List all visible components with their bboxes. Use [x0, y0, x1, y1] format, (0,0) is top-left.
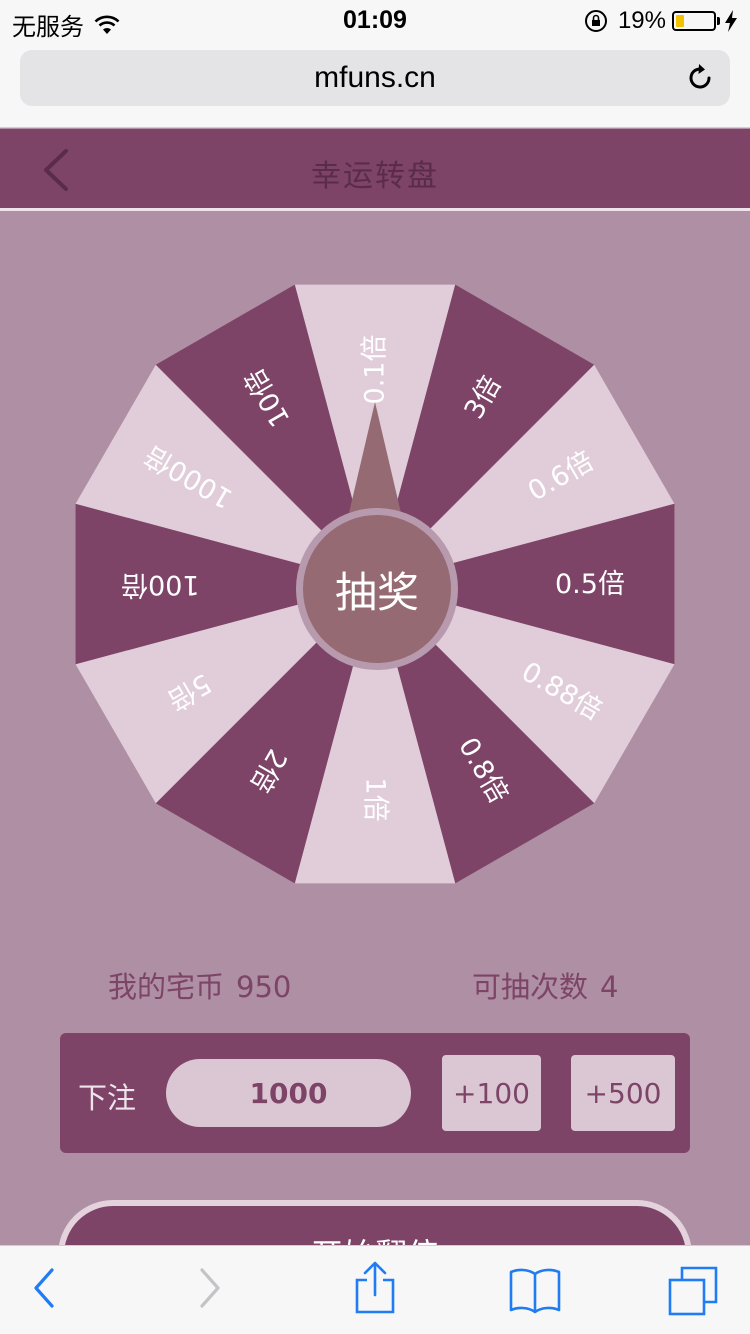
bet-amount-input[interactable]: 1000: [166, 1059, 411, 1127]
coins-label: 我的宅币: [108, 970, 225, 1004]
status-right: 19%: [584, 7, 738, 35]
draw-button-label: 抽奖: [334, 567, 419, 617]
prize-wheel: 0.1倍 3倍 0.6倍 0.5倍 0.88倍 0.8倍 1倍 2倍 5倍 100倍 1000倍 10…: [0, 230, 750, 940]
rotation-lock-icon: [584, 10, 607, 32]
add-500-button[interactable]: +500: [571, 1055, 675, 1131]
bet-panel: 下注 1000 +100 +500: [60, 1033, 690, 1153]
bookmarks-icon[interactable]: [508, 1266, 562, 1314]
battery-percent: 19%: [617, 7, 666, 34]
browser-back-icon[interactable]: [30, 1266, 58, 1310]
tabs-icon[interactable]: [668, 1266, 720, 1316]
draws-value: 4: [600, 970, 619, 1004]
reload-icon[interactable]: [684, 62, 716, 94]
coins-info: 我的宅币 950: [108, 964, 291, 1006]
battery-icon: [672, 11, 720, 31]
page-title: 幸运转盘: [311, 159, 439, 194]
url-text: mfuns.cn: [314, 61, 436, 94]
browser-forward-icon[interactable]: [196, 1266, 224, 1310]
charging-bolt-icon: [725, 10, 737, 32]
browser-toolbar: [0, 1245, 750, 1334]
address-bar[interactable]: mfuns.cn: [20, 50, 730, 106]
status-bar: 无服务 01:09 19%: [0, 0, 750, 42]
add-500-label: +500: [584, 1076, 662, 1110]
share-icon[interactable]: [352, 1260, 398, 1316]
add-100-button[interactable]: +100: [442, 1055, 541, 1131]
coins-value: 950: [236, 970, 292, 1004]
draws-info: 可抽次数 4: [472, 964, 618, 1006]
draws-label: 可抽次数: [472, 970, 589, 1004]
bet-amount-value: 1000: [249, 1076, 328, 1110]
bet-label: 下注: [78, 1081, 137, 1115]
add-100-label: +100: [453, 1076, 530, 1110]
draw-button[interactable]: 抽奖: [296, 508, 458, 670]
browser-address-area: mfuns.cn: [0, 42, 750, 128]
app-header: 幸运转盘: [0, 129, 750, 211]
